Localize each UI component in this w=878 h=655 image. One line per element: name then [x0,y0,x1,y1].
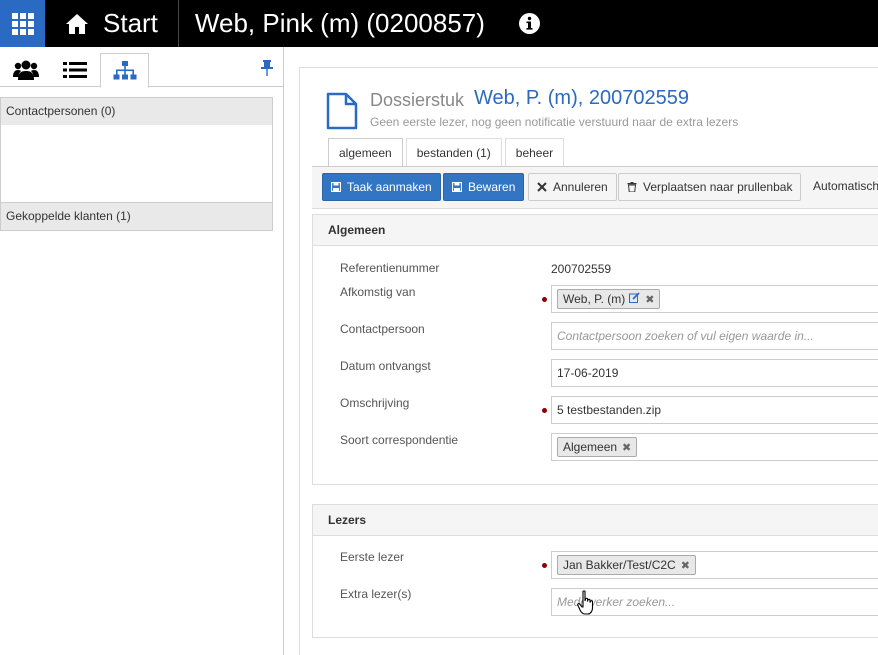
create-task-button[interactable]: Taak aanmaken [322,173,441,201]
grid-icon [11,12,34,35]
first-reader-field[interactable]: Jan Bakker/Test/C2C ✖ [551,551,878,579]
extra-readers-label: Extra lezer(s) [340,587,412,601]
left-tab-bar [0,47,283,88]
tab-general[interactable]: algemeen [328,138,403,167]
origin-field[interactable]: Web, P. (m) ✖ [551,285,878,313]
users-icon [12,60,39,80]
start-label: Start [103,8,158,38]
contacts-section-header[interactable]: Contactpersonen (0) [1,98,272,125]
info-icon[interactable] [518,13,540,34]
move-to-trash-label: Verplaatsen naar prullenbak [643,180,793,194]
document-tabs: algemeen bestanden (1) beheer [328,138,567,167]
tab-management[interactable]: beheer [504,138,565,167]
linked-clients-header[interactable]: Gekoppelde klanten (1) [1,203,272,230]
move-to-trash-button[interactable]: Verplaatsen naar prullenbak [618,173,802,201]
tab-files[interactable]: bestanden (1) [405,138,502,167]
date-received-value: 17-06-2019 [557,366,619,380]
required-indicator [542,563,547,568]
save-icon [331,182,341,192]
tab-list[interactable] [50,53,99,87]
description-value: 5 testbestanden.zip [557,403,662,417]
create-task-label: Taak aanmaken [347,180,432,194]
date-received-field[interactable]: 17-06-2019 [551,359,878,387]
correspondence-type-chip: Algemeen ✖ [557,437,638,457]
document-icon [326,92,358,130]
save-button[interactable]: Bewaren [443,173,525,201]
home-icon [66,13,88,34]
description-field[interactable]: 5 testbestanden.zip [551,396,878,424]
extra-readers-input[interactable]: Medewerker zoeken... [551,588,878,616]
extra-readers-placeholder: Medewerker zoeken... [557,595,676,609]
close-icon [537,182,547,192]
date-received-label: Datum ontvangst [340,359,431,373]
correspondence-type-label: Soort correspondentie [340,433,459,447]
automatic-option[interactable]: Automatisch [813,179,878,193]
app-grid-button[interactable] [0,0,45,47]
general-panel: Algemeen Referentienummer 200702559 Afko… [312,214,878,485]
document-status: Geen eerste lezer, nog geen notificatie … [370,115,739,129]
cancel-label: Annuleren [553,180,608,194]
main-content: Dossierstuk Web, P. (m), 200702559 Geen … [299,67,878,655]
correspondence-type-chip-label: Algemeen [563,440,618,454]
sitemap-icon [113,60,136,79]
remove-icon[interactable]: ✖ [645,293,654,306]
start-link[interactable]: Start [45,0,179,47]
trash-icon [627,182,637,192]
readers-panel: Lezers Eerste lezer Jan Bakker/Test/C2C … [312,504,878,638]
readers-heading: Lezers [313,505,878,536]
first-reader-label: Eerste lezer [340,550,405,564]
correspondence-type-field[interactable]: Algemeen ✖ [551,433,878,461]
description-label: Omschrijving [340,396,410,410]
required-indicator [542,408,547,413]
toolbar: Taak aanmaken Bewaren Annuleren Verplaat… [312,166,878,209]
left-panel: Contactpersonen (0) Gekoppelde klanten (… [0,47,284,655]
contact-placeholder: Contactpersoon zoeken of vul eigen waard… [557,329,814,343]
save-label: Bewaren [468,180,516,194]
origin-label: Afkomstig van [340,285,416,299]
cancel-button[interactable]: Annuleren [528,173,617,201]
contacts-section: Contactpersonen (0) Gekoppelde klanten (… [0,97,273,231]
reference-value: 200702559 [551,262,612,276]
origin-chip-label: Web, P. (m) [563,292,626,306]
save-icon [452,182,462,192]
remove-icon[interactable]: ✖ [681,559,690,572]
remove-icon[interactable]: ✖ [622,441,631,454]
contact-search-input[interactable]: Contactpersoon zoeken of vul eigen waard… [551,322,878,350]
tab-contacts[interactable] [1,53,50,87]
general-heading: Algemeen [313,215,878,246]
origin-chip: Web, P. (m) ✖ [557,289,661,309]
reference-label: Referentienummer [340,261,440,275]
tab-structure[interactable] [100,53,149,88]
edit-icon[interactable] [625,292,640,306]
first-reader-chip-label: Jan Bakker/Test/C2C [563,558,676,572]
page-title: Web, Pink (m) (0200857) [194,8,485,38]
list-icon [62,62,87,78]
pin-icon[interactable] [261,60,273,76]
document-type: Dossierstuk [370,90,465,110]
top-bar: Start Web, Pink (m) (0200857) [0,0,878,47]
document-title: Web, P. (m), 200702559 [474,87,689,109]
first-reader-chip: Jan Bakker/Test/C2C ✖ [557,555,696,575]
contact-label: Contactpersoon [340,322,425,336]
required-indicator [542,297,547,302]
